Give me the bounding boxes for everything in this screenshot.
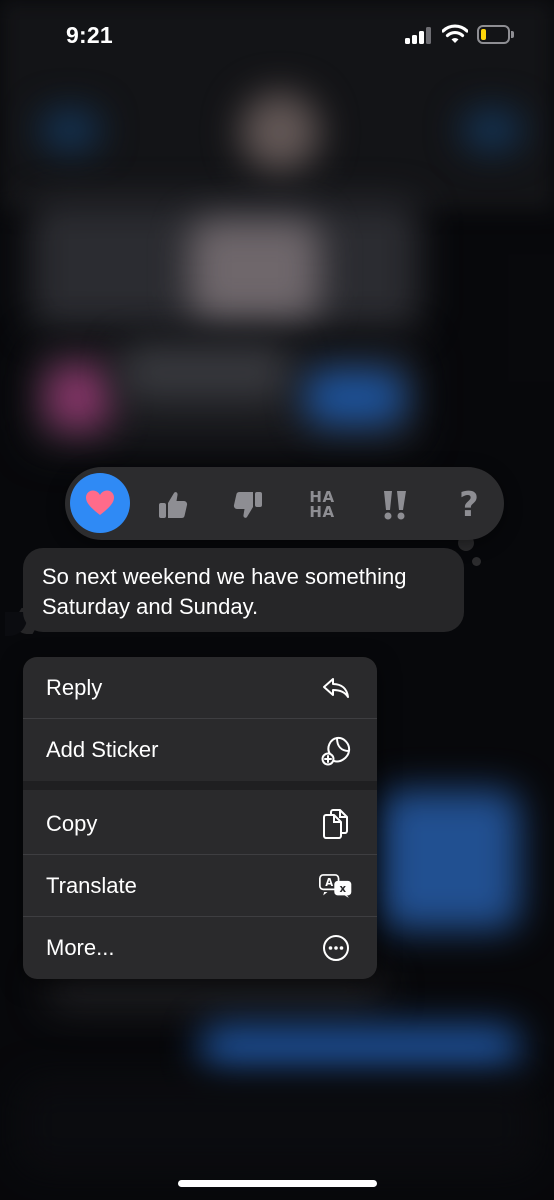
more-icon xyxy=(319,931,353,965)
menu-item-reply[interactable]: Reply xyxy=(23,657,377,718)
haha-icon: HA HA xyxy=(309,488,335,521)
svg-text:A: A xyxy=(325,878,333,889)
copy-icon xyxy=(319,807,353,841)
add-sticker-icon xyxy=(319,733,353,767)
tapback-thumbs-down-button[interactable] xyxy=(220,477,276,533)
translate-icon: A x xyxy=(319,869,353,903)
message-context-menu: Reply Add Sticker Copy Translate A x Mor… xyxy=(23,657,377,979)
tapback-question-button[interactable]: ? xyxy=(441,477,497,533)
tapback-exclamation-button[interactable] xyxy=(367,477,423,533)
message-text: So next weekend we have something Saturd… xyxy=(42,564,407,619)
thumbs-up-icon xyxy=(159,492,188,518)
wifi-icon xyxy=(441,23,469,45)
menu-item-add-sticker[interactable]: Add Sticker xyxy=(23,719,377,780)
status-time: 9:21 xyxy=(66,22,113,48)
heart-icon xyxy=(86,490,114,515)
tapback-heart-button[interactable] xyxy=(70,473,130,533)
tapback-thumbs-up-button[interactable] xyxy=(145,477,201,533)
menu-item-copy[interactable]: Copy xyxy=(23,793,377,854)
question-icon: ? xyxy=(459,485,479,525)
svg-text:x: x xyxy=(340,883,347,894)
cellular-signal-icon xyxy=(405,26,433,44)
menu-item-translate[interactable]: Translate A x xyxy=(23,855,377,916)
battery-low-icon xyxy=(477,25,510,44)
tapback-haha-button[interactable]: HA HA xyxy=(294,477,350,533)
status-bar: 9:21 xyxy=(0,0,554,74)
thumbs-down-icon xyxy=(233,492,262,518)
reply-icon xyxy=(319,671,353,705)
menu-item-more[interactable]: More... xyxy=(23,917,377,978)
double-exclamation-icon xyxy=(384,491,406,520)
message-bubble: So next weekend we have something Saturd… xyxy=(23,548,464,632)
tapback-reaction-bar: HA HA ? xyxy=(65,467,504,540)
home-indicator[interactable] xyxy=(178,1180,377,1187)
